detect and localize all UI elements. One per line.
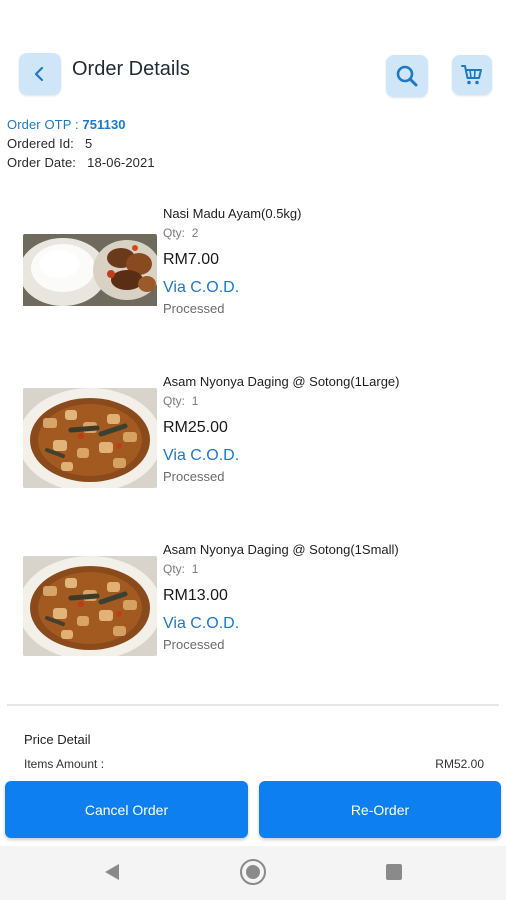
item-qty-label: Qty: [163, 394, 186, 408]
order-date-label: Order Date: [7, 155, 77, 170]
chevron-left-icon [34, 66, 44, 82]
search-button[interactable] [386, 55, 428, 97]
items-amount-value: RM52.00 [435, 757, 484, 771]
item-price: RM25.00 [163, 419, 228, 436]
cancel-order-button[interactable]: Cancel Order [5, 781, 248, 838]
item-price: RM7.00 [163, 251, 220, 268]
item-qty: Qty: 1 [163, 394, 198, 408]
item-qty-value: 2 [191, 226, 199, 240]
item-status: Processed [163, 637, 225, 652]
nav-recents-icon[interactable] [384, 862, 404, 882]
order-id: Ordered Id: 5 [7, 136, 92, 151]
order-otp-value: 751130 [82, 117, 126, 132]
nav-back-icon[interactable] [101, 861, 123, 883]
item-payment-method: Via C.O.D. [163, 615, 240, 632]
item-qty: Qty: 2 [163, 226, 198, 240]
item-qty-label: Qty: [163, 562, 186, 576]
app-header: Order Details [0, 0, 506, 110]
items-amount-label: Items Amount : [24, 757, 105, 771]
food-image [23, 234, 157, 334]
order-item[interactable]: Asam Nyonya Daging @ Sotong(1Large) Qty:… [0, 368, 506, 488]
cart-button[interactable] [452, 55, 492, 95]
order-item[interactable]: Asam Nyonya Daging @ Sotong(1Small) Qty:… [0, 536, 506, 656]
item-status: Processed [163, 301, 225, 316]
search-icon [396, 65, 418, 87]
order-otp-label: Order OTP : [7, 117, 79, 132]
item-qty: Qty: 1 [163, 562, 198, 576]
item-payment-method: Via C.O.D. [163, 447, 240, 464]
system-nav-bar [0, 846, 506, 900]
reorder-button[interactable]: Re-Order [259, 781, 501, 838]
item-payment-method: Via C.O.D. [163, 279, 240, 296]
item-name: Asam Nyonya Daging @ Sotong(1Large) [163, 374, 400, 389]
page-title: Order Details [72, 58, 190, 80]
cart-icon [461, 65, 482, 85]
item-name: Nasi Madu Ayam(0.5kg) [163, 206, 302, 221]
food-image [23, 556, 157, 656]
price-detail-title: Price Detail [24, 732, 91, 747]
item-name: Asam Nyonya Daging @ Sotong(1Small) [163, 542, 399, 557]
back-button[interactable] [19, 53, 61, 95]
item-status: Processed [163, 469, 225, 484]
order-otp: Order OTP : 751130 [7, 117, 126, 132]
order-date: Order Date: 18-06-2021 [7, 155, 155, 170]
order-item[interactable]: Nasi Madu Ayam(0.5kg) Qty: 2 RM7.00 Via … [0, 200, 506, 320]
food-image [23, 388, 157, 488]
divider [7, 704, 499, 706]
order-id-label: Ordered Id: [7, 136, 74, 151]
order-date-value: 18-06-2021 [87, 155, 155, 170]
item-qty-value: 1 [191, 562, 199, 576]
item-qty-label: Qty: [163, 226, 186, 240]
nav-home-icon[interactable] [239, 858, 267, 886]
item-price: RM13.00 [163, 587, 228, 604]
item-qty-value: 1 [191, 394, 199, 408]
order-id-value: 5 [85, 136, 93, 151]
